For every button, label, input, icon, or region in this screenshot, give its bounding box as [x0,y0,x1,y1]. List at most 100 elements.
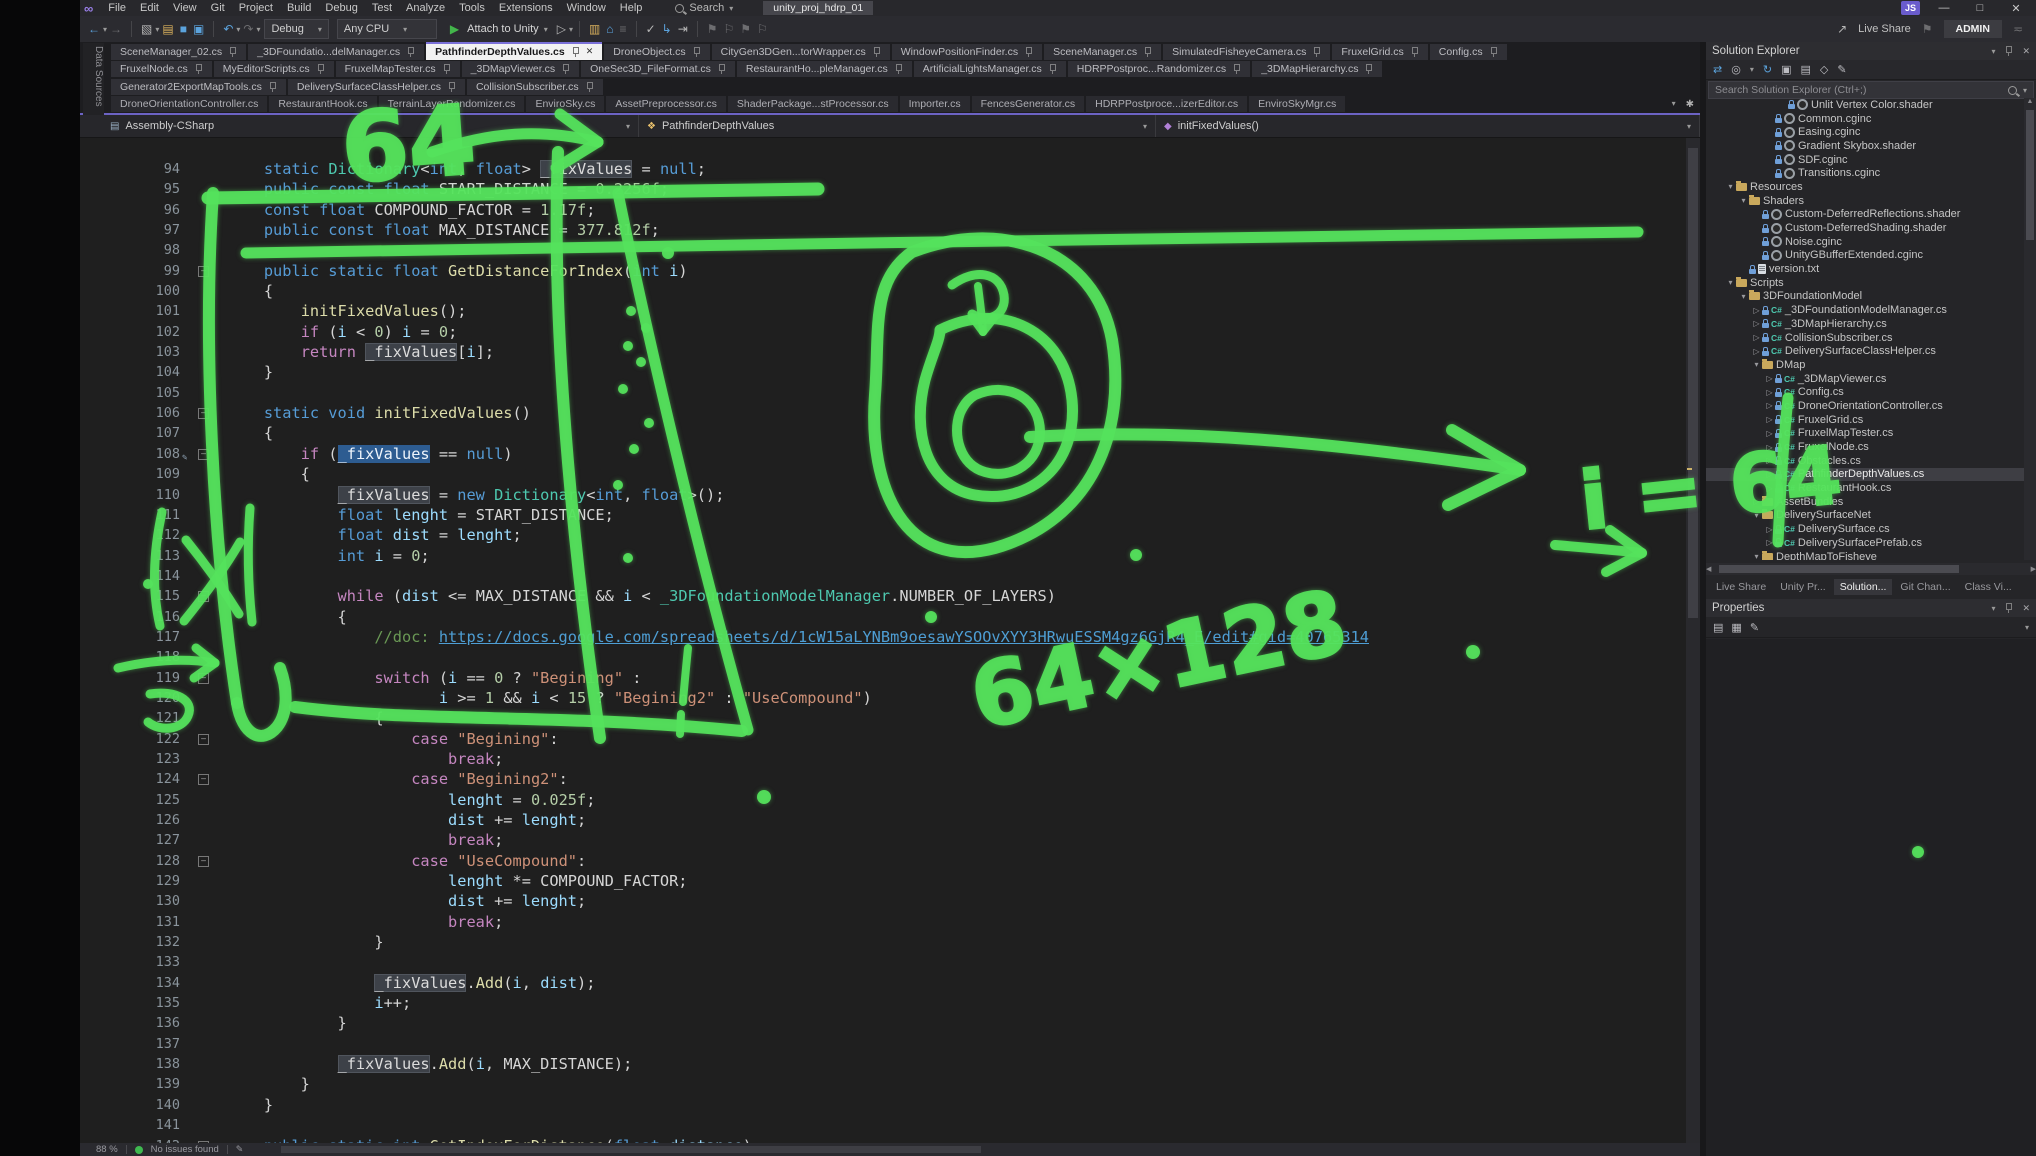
tab-list-dropdown-icon[interactable]: ▾ [1672,99,1676,110]
editor-horizontal-scrollbar[interactable] [281,1146,981,1153]
view-code-icon[interactable]: ◇ [1820,63,1828,76]
code-line[interactable]: 142– public static int GetIndexForDistan… [80,1136,1686,1144]
tree-item-DeliverySurfaceNet[interactable]: ▾DeliverySurfaceNet [1706,509,2024,523]
tool-tab-Solution...[interactable]: Solution... [1834,579,1893,595]
tree-item-FruxelNode.cs[interactable]: ▷C#FruxelNode.cs [1706,440,2024,454]
pin-icon[interactable] [228,47,237,57]
menu-file[interactable]: File [101,2,133,14]
code-line[interactable]: 110 _fixValues = new Dictionary<int, flo… [80,485,1686,505]
type-dropdown[interactable]: ❖ PathfinderDepthValues ▾ [639,115,1156,137]
feedback-icon[interactable]: ⚑ [1922,22,1933,36]
tab-CollisionSubscriber.cs[interactable]: CollisionSubscriber.cs [467,79,603,95]
fold-collapse-icon[interactable]: – [198,673,209,684]
code-line[interactable]: 114 [80,566,1686,586]
code-line[interactable]: 125 lenght = 0.025f; [80,790,1686,810]
fold-collapse-icon[interactable]: – [198,266,209,277]
code-line[interactable]: 134 _fixValues.Add(i, dist); [80,973,1686,993]
properties-wrench-icon[interactable]: ✎ [1837,63,1846,76]
pin-icon[interactable] [692,47,701,57]
tab-AssetPreprocessor.cs[interactable]: AssetPreprocessor.cs [606,96,726,112]
tree-item-Easing.cginc[interactable]: Easing.cginc [1706,125,2024,139]
pin-icon[interactable] [585,82,594,92]
code-line[interactable]: 130 dist += lenght; [80,891,1686,911]
code-line[interactable]: 118 [80,647,1686,667]
tab-Config.cs[interactable]: Config.cs [1430,44,1507,60]
pin-icon[interactable] [447,82,456,92]
chevron-down-icon[interactable]: ▾ [256,25,260,34]
tree-item-Transitions.cginc[interactable]: Transitions.cginc [1706,166,2024,180]
expand-arrow-icon[interactable]: ▾ [1738,196,1749,205]
tree-item-FruxelGrid.cs[interactable]: ▷C#FruxelGrid.cs [1706,413,2024,427]
expand-arrow-icon[interactable]: ▷ [1764,484,1775,493]
tool-tab-UnityPr...[interactable]: Unity Pr... [1774,579,1832,595]
pin-icon[interactable] [406,47,415,57]
fold-collapse-icon[interactable]: – [198,734,209,745]
tab-Generator2ExportMapTools.cs[interactable]: Generator2ExportMapTools.cs [111,79,286,95]
tab-MyEditorScripts.cs[interactable]: MyEditorScripts.cs [214,61,334,77]
editor-vertical-scrollbar[interactable] [1686,138,1700,1143]
platform-dropdown[interactable]: Any CPU▾ [337,19,437,39]
code-line[interactable]: 132 } [80,932,1686,952]
expand-arrow-icon[interactable]: ▷ [1764,470,1775,479]
code-line[interactable]: 117 //doc: https://docs.google.com/sprea… [80,627,1686,647]
pin-icon[interactable] [2004,603,2013,613]
tab-DroneOrientationController.cs[interactable]: DroneOrientationController.cs [111,96,267,112]
menu-build[interactable]: Build [280,2,318,14]
tab-EnviroSkyMgr.cs[interactable]: EnviroSkyMgr.cs [1249,96,1345,112]
search-box[interactable]: Search ▾ [675,2,733,14]
properties-header[interactable]: Properties ▾ ✕ [1706,599,2036,617]
solution-explorer-header[interactable]: Solution Explorer ▾ ✕ [1706,42,2036,60]
pin-icon[interactable] [1232,64,1241,74]
close-icon[interactable]: ✕ [2022,603,2030,614]
pin-icon[interactable] [2004,46,2013,56]
sync-active-document-icon[interactable]: ⇄ [1713,63,1722,76]
code-line[interactable]: 96 const float COMPOUND_FACTOR = 1.17f; [80,200,1686,220]
code-line[interactable]: 126 dist += lenght; [80,810,1686,830]
code-line[interactable]: 101 initFixedValues(); [80,301,1686,321]
tree-item-Shaders[interactable]: ▾Shaders [1706,194,2024,208]
code-line[interactable]: 102 if (i < 0) i = 0; [80,322,1686,342]
code-line[interactable]: 107 { [80,423,1686,443]
tab-FencesGenerator.cs[interactable]: FencesGenerator.cs [972,96,1085,112]
bookmark-clear-icon[interactable]: ⚐ [757,22,768,36]
code-line[interactable]: 141 [80,1115,1686,1135]
fold-collapse-icon[interactable]: – [198,774,209,785]
pin-icon[interactable] [1312,47,1321,57]
tab-_3DMapViewer.cs[interactable]: _3DMapViewer.cs [462,61,579,77]
tab-DeliverySurfaceClassHelper.cs[interactable]: DeliverySurfaceClassHelper.cs [288,79,465,95]
expand-arrow-icon[interactable]: ▷ [1764,443,1775,452]
save-icon[interactable]: ■ [180,22,187,36]
tree-item-Config.cs[interactable]: ▷C#Config.cs [1706,385,2024,399]
fold-collapse-icon[interactable]: – [198,408,209,419]
tab-FruxelNode.cs[interactable]: FruxelNode.cs [111,61,212,77]
tool-tab-GitChan...[interactable]: Git Chan... [1894,579,1956,595]
code-line[interactable]: 131 break; [80,912,1686,932]
tree-item-AssetBundles[interactable]: ▷AssetBundles [1706,495,2024,509]
pin-icon[interactable] [571,47,580,57]
code-line[interactable]: 111 float lenght = START_DISTANCE; [80,505,1686,525]
code-line[interactable]: 113 int i = 0; [80,546,1686,566]
fold-collapse-icon[interactable]: – [198,449,209,460]
pin-icon[interactable] [442,64,451,74]
overflow-icon[interactable]: ≂ [2013,22,2023,36]
tree-item-version.txt[interactable]: version.txt [1706,262,2024,276]
menu-git[interactable]: Git [204,2,232,14]
tree-item-DepthMapToFisheye[interactable]: ▾DepthMapToFisheye [1706,550,2024,560]
tree-item-RestaurantHook.cs[interactable]: ▷C#RestaurantHook.cs [1706,481,2024,495]
expand-arrow-icon[interactable]: ▾ [1725,182,1736,191]
attach-to-unity-button[interactable]: ▶ Attach to Unity ▾ [447,22,548,36]
code-line[interactable]: 109 { [80,464,1686,484]
expand-arrow-icon[interactable]: ▾ [1751,360,1762,369]
pin-icon[interactable] [268,82,277,92]
expand-arrow-icon[interactable]: ▷ [1764,538,1775,547]
tree-item-Custom-DeferredShading.shader[interactable]: Custom-DeferredShading.shader [1706,221,2024,235]
tab-Importer.cs[interactable]: Importer.cs [900,96,970,112]
chevron-down-icon[interactable]: ▾ [1991,604,1995,613]
code-line[interactable]: 104 } [80,362,1686,382]
pending-changes-filter-icon[interactable]: ◎ [1731,63,1741,76]
tree-horizontal-scrollbar[interactable]: ◀▶ [1706,563,2036,575]
tab-ArtificialLightsManager.cs[interactable]: ArtificialLightsManager.cs [914,61,1066,77]
code-line[interactable]: 116 { [80,607,1686,627]
bookmark-prev-icon[interactable]: ⚐ [724,22,735,36]
save-all-icon[interactable]: ▣ [193,22,204,36]
